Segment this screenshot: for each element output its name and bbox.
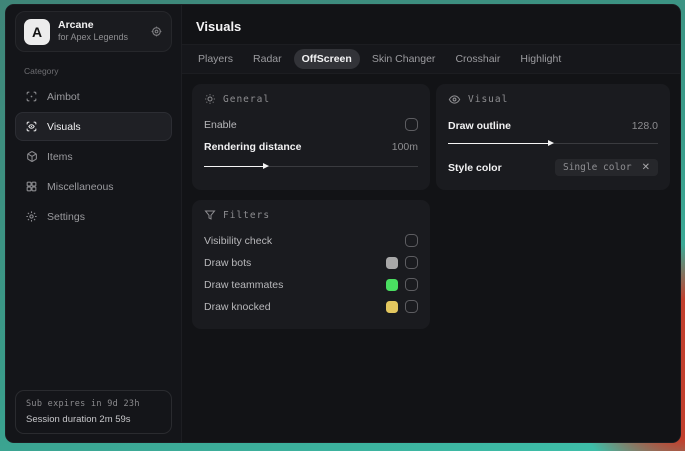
sidebar-item-visuals[interactable]: Visuals (15, 112, 172, 141)
sidebar-item-items[interactable]: Items (15, 142, 172, 171)
sidebar-item-label: Items (47, 150, 73, 163)
visibility-check-checkbox[interactable] (405, 234, 418, 247)
draw-bots-row: Draw bots (204, 252, 418, 273)
sidebar-item-aimbot[interactable]: Aimbot (15, 82, 172, 111)
card-title: Filters (223, 209, 271, 221)
eye-icon (448, 93, 461, 106)
session-duration-text: Session duration 2m 59s (26, 414, 131, 425)
card-title: General (223, 93, 271, 105)
scan-eye-icon (25, 120, 38, 133)
package-icon (25, 150, 38, 163)
visibility-check-row: Visibility check (204, 230, 418, 251)
draw-outline-slider[interactable] (448, 138, 658, 148)
tab-bar: Players Radar OffScreen Skin Changer Cro… (182, 44, 680, 74)
general-card: General Enable Rendering distance 100m (192, 84, 430, 190)
draw-bots-color-swatch[interactable] (386, 256, 398, 269)
sidebar-item-label: Aimbot (47, 90, 80, 103)
enable-row: Enable (204, 114, 418, 135)
app-header-card: A Arcane for Apex Legends (15, 11, 172, 52)
sidebar-item-label: Miscellaneous (47, 180, 114, 193)
draw-teammates-color-swatch[interactable] (386, 278, 398, 291)
draw-knocked-checkbox[interactable] (405, 300, 418, 313)
sidebar-item-label: Settings (47, 210, 85, 223)
tab-skin-changer[interactable]: Skin Changer (364, 49, 444, 69)
app-name: Arcane (58, 19, 94, 32)
rendering-distance-value: 100m (391, 140, 418, 153)
draw-teammates-row: Draw teammates (204, 274, 418, 295)
subscription-info: Sub expires in 9d 23h Session duration 2… (15, 390, 172, 434)
gear-icon (25, 210, 38, 223)
rendering-distance-row: Rendering distance 100m (204, 140, 418, 153)
tab-offscreen[interactable]: OffScreen (293, 49, 360, 69)
style-color-row: Style color Single color ✕ (448, 157, 658, 178)
tab-radar[interactable]: Radar (245, 49, 290, 69)
sidebar-item-label: Visuals (47, 120, 81, 133)
filters-card: Filters Visibility check Draw bots Draw … (192, 200, 430, 329)
draw-outline-value: 128.0 (631, 119, 658, 132)
tab-players[interactable]: Players (190, 49, 241, 69)
style-color-select[interactable]: Single color ✕ (554, 159, 658, 176)
grid-icon (25, 180, 38, 193)
enable-checkbox[interactable] (405, 118, 418, 131)
draw-outline-row: Draw outline 128.0 (448, 119, 658, 132)
content-area: General Enable Rendering distance 100m V… (182, 74, 680, 442)
draw-teammates-checkbox[interactable] (405, 278, 418, 291)
card-title: Visual (468, 94, 509, 105)
sidebar-item-miscellaneous[interactable]: Miscellaneous (15, 172, 172, 201)
draw-knocked-row: Draw knocked (204, 296, 418, 317)
sun-icon (204, 93, 216, 105)
page-title: Visuals (196, 19, 242, 34)
sidebar: A Arcane for Apex Legends Category Aimbo… (6, 5, 182, 442)
visual-card: Visual Draw outline 128.0 Style color Si… (436, 84, 670, 190)
gear-icon[interactable] (150, 25, 163, 38)
main-panel: Visuals Players Radar OffScreen Skin Cha… (182, 5, 680, 442)
sidebar-nav: Aimbot Visuals Items Miscellaneous Setti… (15, 82, 172, 231)
app-subtitle: for Apex Legends (58, 32, 129, 43)
sidebar-item-settings[interactable]: Settings (15, 202, 172, 231)
draw-knocked-color-swatch[interactable] (386, 300, 398, 313)
app-logo: A (24, 18, 50, 45)
close-icon[interactable]: ✕ (642, 162, 650, 173)
crosshair-icon (25, 90, 38, 103)
rendering-distance-slider[interactable] (204, 161, 418, 171)
category-label: Category (24, 66, 59, 76)
draw-bots-checkbox[interactable] (405, 256, 418, 269)
sub-expires-text: Sub expires in 9d 23h (26, 399, 140, 409)
tab-crosshair[interactable]: Crosshair (447, 49, 508, 69)
app-window: A Arcane for Apex Legends Category Aimbo… (5, 4, 681, 443)
funnel-icon (204, 209, 216, 221)
tab-highlight[interactable]: Highlight (512, 49, 569, 69)
